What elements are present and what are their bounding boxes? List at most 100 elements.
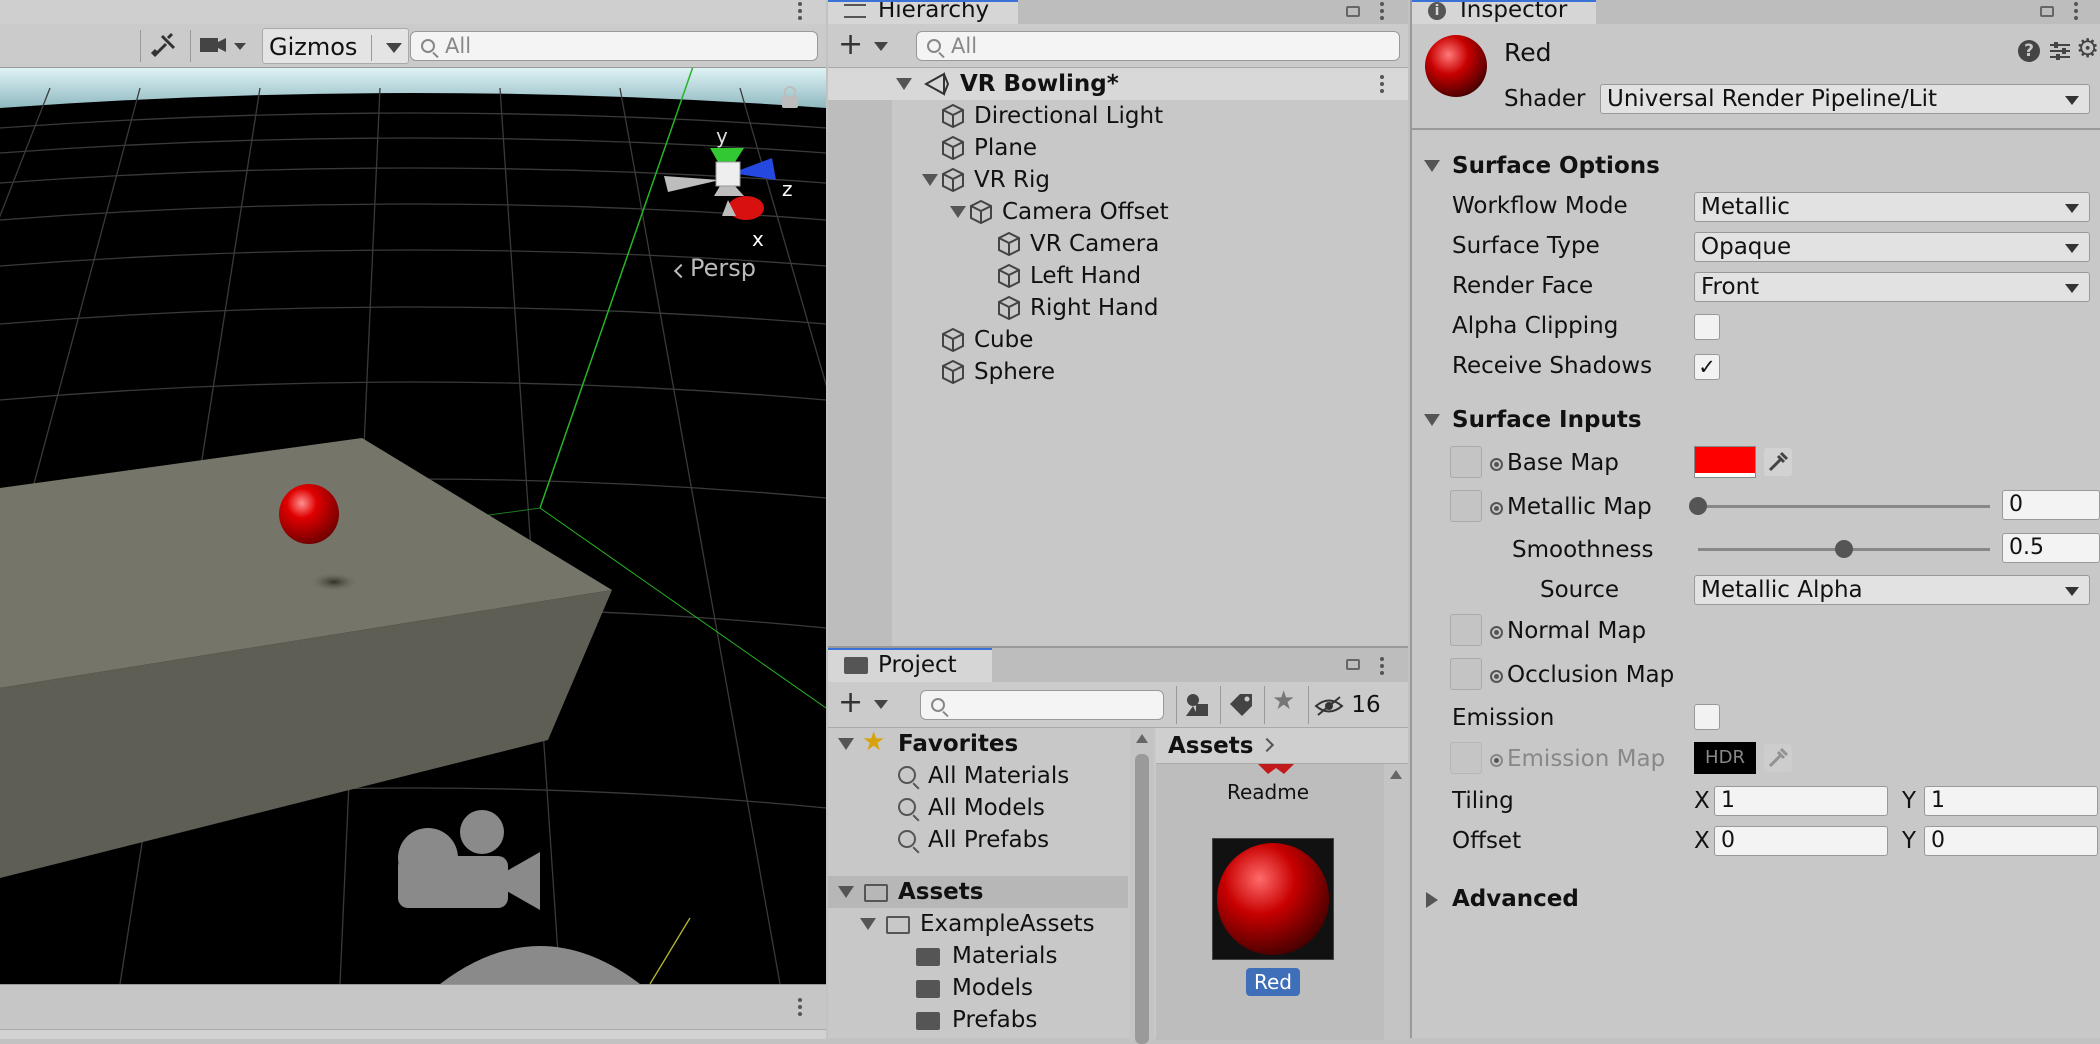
tiling-x-field[interactable]: 1 [1714,786,1888,816]
base-map-slot[interactable] [1450,446,1482,478]
project-menu-icon[interactable] [1380,664,1384,668]
help-icon[interactable]: ? [2018,40,2040,62]
asset-grid-scrollbar[interactable] [1384,764,1408,1040]
add-dropdown-icon[interactable] [874,700,888,709]
folder-item[interactable]: Materials [828,940,1128,972]
metallic-value-field[interactable]: 0 [2002,490,2100,520]
scene-root-row[interactable]: VR Bowling* [828,68,1408,100]
foldout-icon[interactable] [1426,892,1438,908]
add-dropdown-icon[interactable] [874,42,888,51]
surface-type-dropdown[interactable]: Opaque [1694,232,2090,262]
receive-shadows-checkbox[interactable]: ✓ [1694,354,1720,380]
folder-tree-scrollbar[interactable] [1130,728,1154,1044]
section-advanced[interactable]: Advanced [1452,886,1579,912]
red-sphere[interactable] [279,484,339,544]
add-icon[interactable]: + [838,686,863,720]
hierarchy-item[interactable]: Cube [828,324,1408,356]
gear-icon[interactable]: ⚙ [2076,34,2099,64]
tab-project[interactable]: Project [828,648,992,682]
section-surface-options[interactable]: Surface Options [1452,153,1660,179]
add-icon[interactable]: + [838,28,863,62]
hierarchy-item[interactable]: Left Hand [828,260,1408,292]
texture-picker-icon[interactable] [1490,670,1503,683]
project-folder-tree: ★ Favorites All Materials All Models All… [828,727,1128,1040]
scene-viewport[interactable]: y z x Persp [0,68,826,984]
filter-type-icon[interactable] [1184,692,1212,718]
hidden-packages-toggle[interactable]: 16 [1314,688,1381,722]
expand-icon[interactable] [922,174,938,186]
metallic-slider-knob[interactable] [1689,497,1707,515]
camera-settings-icon[interactable] [198,34,252,58]
lock-icon[interactable] [2040,6,2054,17]
hierarchy-menu-icon[interactable] [1380,9,1384,13]
favorite-item[interactable]: All Prefabs [828,824,1128,856]
hierarchy-item[interactable]: Plane [828,132,1408,164]
scene-search-input[interactable]: All [410,31,818,61]
offset-y-field[interactable]: 0 [1924,826,2098,856]
bottom-menu-icon[interactable] [798,1005,802,1009]
section-surface-inputs[interactable]: Surface Inputs [1452,407,1642,433]
cube-icon [998,263,1020,289]
star-icon[interactable]: ★ [1272,686,1295,716]
lock-icon[interactable] [1346,6,1360,17]
tiling-y-field[interactable]: 1 [1924,786,2098,816]
assets-row[interactable]: Assets [828,876,1128,908]
cube-icon [942,103,964,129]
offset-x-field[interactable]: 0 [1714,826,1888,856]
asset-red-label[interactable]: Red [1246,968,1300,996]
hierarchy-item[interactable]: Right Hand [828,292,1408,324]
tools-icon[interactable] [150,32,178,60]
lock-icon[interactable] [1346,659,1360,670]
texture-picker-icon[interactable] [1490,502,1503,515]
tag-icon[interactable] [1228,692,1256,718]
tab-hierarchy[interactable]: Hierarchy [828,0,1018,24]
folder-item[interactable]: ExampleAssets [828,908,1128,940]
hierarchy-search-input[interactable]: All [916,31,1400,61]
favorite-item[interactable]: All Models [828,792,1128,824]
chevron-down-icon [2065,284,2079,293]
project-search-input[interactable] [920,690,1164,720]
smoothness-value-field[interactable]: 0.5 [2002,533,2100,563]
material-preview [1424,34,1488,98]
tab-inspector[interactable]: i Inspector [1412,0,1596,24]
smoothness-source-dropdown[interactable]: Metallic Alpha [1694,575,2090,605]
folder-item[interactable]: Prefabs [828,1004,1128,1036]
metallic-map-slot[interactable] [1450,490,1482,522]
gizmos-dropdown-icon[interactable] [385,43,402,53]
hierarchy-item[interactable]: Sphere [828,356,1408,388]
hierarchy-item[interactable]: VR Camera [828,228,1408,260]
foldout-icon[interactable] [1424,414,1440,426]
folder-item[interactable]: Models [828,972,1128,1004]
normal-map-slot[interactable] [1450,614,1482,646]
favorite-item[interactable]: All Materials [828,760,1128,792]
inspector-menu-icon[interactable] [2074,9,2078,13]
favorites-row[interactable]: ★ Favorites [828,727,1128,760]
camera-gizmo-icon[interactable] [398,810,540,910]
metallic-slider-track[interactable] [1698,505,1990,508]
orientation-gizmo[interactable]: y z x [664,124,793,251]
texture-picker-icon[interactable] [1490,626,1503,639]
asset-red-thumbnail[interactable] [1212,838,1334,960]
texture-picker-icon[interactable] [1490,458,1503,471]
foldout-icon[interactable] [1424,160,1440,172]
alpha-clipping-checkbox[interactable] [1694,314,1720,340]
asset-readme-label[interactable]: Readme [1156,780,1380,804]
hierarchy-item[interactable]: Camera Offset [828,196,1408,228]
scene-menu-icon[interactable] [798,9,802,13]
persp-toggle[interactable]: Persp [673,254,756,282]
smoothness-slider-knob[interactable] [1835,540,1853,558]
workflow-mode-dropdown[interactable]: Metallic [1694,192,2090,222]
hierarchy-item[interactable]: VR Rig [828,164,1408,196]
emission-checkbox[interactable] [1694,704,1720,730]
presets-icon[interactable] [2048,40,2072,62]
base-color-swatch[interactable] [1694,446,1756,478]
shader-dropdown[interactable]: Universal Render Pipeline/Lit [1600,84,2090,114]
render-face-dropdown[interactable]: Front [1694,272,2090,302]
eyedropper-icon[interactable] [1764,448,1792,476]
eyedropper-icon [1764,744,1792,772]
gizmos-button[interactable]: Gizmos [262,28,409,64]
expand-icon[interactable] [950,206,966,218]
occlusion-map-slot[interactable] [1450,658,1482,690]
hierarchy-item[interactable]: Directional Light [828,100,1408,132]
scene-options-icon[interactable] [1380,82,1384,86]
